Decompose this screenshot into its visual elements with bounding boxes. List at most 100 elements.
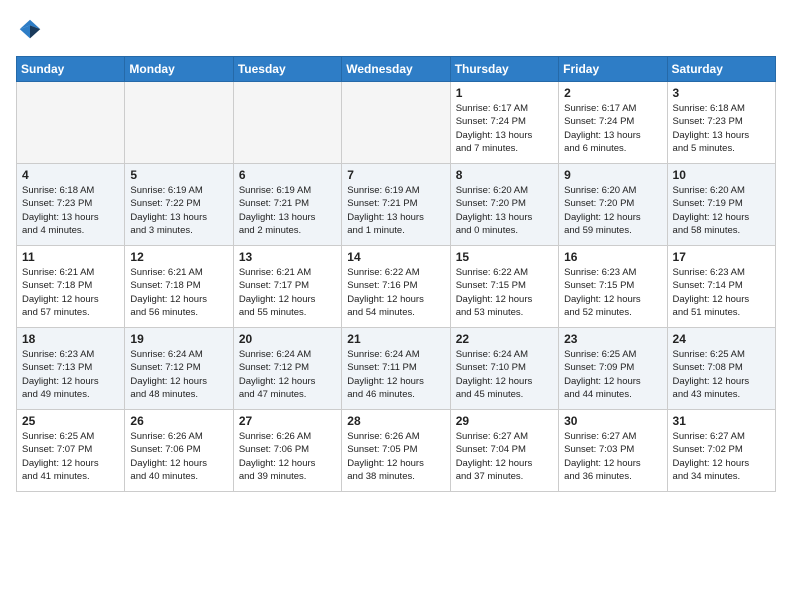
weekday-monday: Monday: [125, 57, 233, 82]
calendar-cell: 30 Sunrise: 6:27 AM Sunset: 7:03 PM Dayli…: [559, 410, 667, 492]
cell-content: Sunrise: 6:24 AM Sunset: 7:11 PM Dayligh…: [347, 348, 444, 401]
cell-content: Sunrise: 6:17 AM Sunset: 7:24 PM Dayligh…: [564, 102, 661, 155]
cell-content: Sunrise: 6:25 AM Sunset: 7:07 PM Dayligh…: [22, 430, 119, 483]
cell-content: Sunrise: 6:24 AM Sunset: 7:10 PM Dayligh…: [456, 348, 553, 401]
calendar-cell: 16 Sunrise: 6:23 AM Sunset: 7:15 PM Dayli…: [559, 246, 667, 328]
cell-content: Sunrise: 6:27 AM Sunset: 7:02 PM Dayligh…: [673, 430, 770, 483]
cell-content: Sunrise: 6:20 AM Sunset: 7:19 PM Dayligh…: [673, 184, 770, 237]
day-number: 28: [347, 414, 444, 428]
cell-content: Sunrise: 6:27 AM Sunset: 7:03 PM Dayligh…: [564, 430, 661, 483]
calendar-cell: 7Sunrise: 6:19 AM Sunset: 7:21 PM Daylig…: [342, 164, 450, 246]
cell-content: Sunrise: 6:20 AM Sunset: 7:20 PM Dayligh…: [456, 184, 553, 237]
day-number: 4: [22, 168, 119, 182]
calendar-cell: 26 Sunrise: 6:26 AM Sunset: 7:06 PM Dayli…: [125, 410, 233, 492]
day-number: 2: [564, 86, 661, 100]
logo: [16, 16, 48, 44]
day-number: 12: [130, 250, 227, 264]
calendar-cell: 4 Sunrise: 6:18 AM Sunset: 7:23 PM Daylig…: [17, 164, 125, 246]
cell-content: Sunrise: 6:26 AM Sunset: 7:06 PM Dayligh…: [130, 430, 227, 483]
calendar-cell: 12 Sunrise: 6:21 AM Sunset: 7:18 PM Dayli…: [125, 246, 233, 328]
calendar-cell: [125, 82, 233, 164]
calendar-cell: 10 Sunrise: 6:20 AM Sunset: 7:19 PM Dayli…: [667, 164, 775, 246]
day-number: 9: [564, 168, 661, 182]
week-row-2: 4 Sunrise: 6:18 AM Sunset: 7:23 PM Daylig…: [17, 164, 776, 246]
calendar-cell: 15Sunrise: 6:22 AM Sunset: 7:15 PM Dayli…: [450, 246, 558, 328]
day-number: 15: [456, 250, 553, 264]
day-number: 16: [564, 250, 661, 264]
weekday-friday: Friday: [559, 57, 667, 82]
calendar-cell: 29 Sunrise: 6:27 AM Sunset: 7:04 PM Dayli…: [450, 410, 558, 492]
calendar-cell: 14 Sunrise: 6:22 AM Sunset: 7:16 PM Dayli…: [342, 246, 450, 328]
day-number: 10: [673, 168, 770, 182]
cell-content: Sunrise: 6:21 AM Sunset: 7:18 PM Dayligh…: [22, 266, 119, 319]
calendar: SundayMondayTuesdayWednesdayThursdayFrid…: [16, 56, 776, 492]
weekday-tuesday: Tuesday: [233, 57, 341, 82]
calendar-cell: 9Sunrise: 6:20 AM Sunset: 7:20 PM Daylig…: [559, 164, 667, 246]
day-number: 5: [130, 168, 227, 182]
weekday-header-row: SundayMondayTuesdayWednesdayThursdayFrid…: [17, 57, 776, 82]
weekday-saturday: Saturday: [667, 57, 775, 82]
day-number: 18: [22, 332, 119, 346]
day-number: 25: [22, 414, 119, 428]
cell-content: Sunrise: 6:17 AM Sunset: 7:24 PM Dayligh…: [456, 102, 553, 155]
weekday-thursday: Thursday: [450, 57, 558, 82]
week-row-5: 25 Sunrise: 6:25 AM Sunset: 7:07 PM Dayli…: [17, 410, 776, 492]
calendar-cell: 21 Sunrise: 6:24 AM Sunset: 7:11 PM Dayli…: [342, 328, 450, 410]
calendar-cell: 8 Sunrise: 6:20 AM Sunset: 7:20 PM Daylig…: [450, 164, 558, 246]
day-number: 7: [347, 168, 444, 182]
day-number: 21: [347, 332, 444, 346]
day-number: 17: [673, 250, 770, 264]
day-number: 13: [239, 250, 336, 264]
day-number: 20: [239, 332, 336, 346]
logo-icon: [16, 16, 44, 44]
calendar-cell: [17, 82, 125, 164]
calendar-cell: 28Sunrise: 6:26 AM Sunset: 7:05 PM Dayli…: [342, 410, 450, 492]
day-number: 22: [456, 332, 553, 346]
cell-content: Sunrise: 6:18 AM Sunset: 7:23 PM Dayligh…: [673, 102, 770, 155]
calendar-cell: 17 Sunrise: 6:23 AM Sunset: 7:14 PM Dayli…: [667, 246, 775, 328]
calendar-cell: 22 Sunrise: 6:24 AM Sunset: 7:10 PM Dayli…: [450, 328, 558, 410]
day-number: 3: [673, 86, 770, 100]
cell-content: Sunrise: 6:26 AM Sunset: 7:06 PM Dayligh…: [239, 430, 336, 483]
calendar-cell: 18 Sunrise: 6:23 AM Sunset: 7:13 PM Dayli…: [17, 328, 125, 410]
cell-content: Sunrise: 6:18 AM Sunset: 7:23 PM Dayligh…: [22, 184, 119, 237]
day-number: 6: [239, 168, 336, 182]
cell-content: Sunrise: 6:23 AM Sunset: 7:14 PM Dayligh…: [673, 266, 770, 319]
day-number: 27: [239, 414, 336, 428]
cell-content: Sunrise: 6:22 AM Sunset: 7:16 PM Dayligh…: [347, 266, 444, 319]
cell-content: Sunrise: 6:25 AM Sunset: 7:08 PM Dayligh…: [673, 348, 770, 401]
calendar-cell: 5Sunrise: 6:19 AM Sunset: 7:22 PM Daylig…: [125, 164, 233, 246]
day-number: 31: [673, 414, 770, 428]
cell-content: Sunrise: 6:23 AM Sunset: 7:15 PM Dayligh…: [564, 266, 661, 319]
header: [16, 16, 776, 44]
calendar-cell: 19 Sunrise: 6:24 AM Sunset: 7:12 PM Dayli…: [125, 328, 233, 410]
cell-content: Sunrise: 6:19 AM Sunset: 7:21 PM Dayligh…: [239, 184, 336, 237]
cell-content: Sunrise: 6:21 AM Sunset: 7:18 PM Dayligh…: [130, 266, 227, 319]
day-number: 8: [456, 168, 553, 182]
weekday-sunday: Sunday: [17, 57, 125, 82]
day-number: 19: [130, 332, 227, 346]
day-number: 23: [564, 332, 661, 346]
cell-content: Sunrise: 6:24 AM Sunset: 7:12 PM Dayligh…: [239, 348, 336, 401]
calendar-cell: 13Sunrise: 6:21 AM Sunset: 7:17 PM Dayli…: [233, 246, 341, 328]
cell-content: Sunrise: 6:25 AM Sunset: 7:09 PM Dayligh…: [564, 348, 661, 401]
calendar-cell: 1Sunrise: 6:17 AM Sunset: 7:24 PM Daylig…: [450, 82, 558, 164]
calendar-cell: [342, 82, 450, 164]
calendar-cell: 25 Sunrise: 6:25 AM Sunset: 7:07 PM Dayli…: [17, 410, 125, 492]
day-number: 14: [347, 250, 444, 264]
calendar-cell: [233, 82, 341, 164]
weekday-wednesday: Wednesday: [342, 57, 450, 82]
week-row-3: 11 Sunrise: 6:21 AM Sunset: 7:18 PM Dayli…: [17, 246, 776, 328]
page: SundayMondayTuesdayWednesdayThursdayFrid…: [0, 0, 792, 508]
week-row-1: 1Sunrise: 6:17 AM Sunset: 7:24 PM Daylig…: [17, 82, 776, 164]
day-number: 26: [130, 414, 227, 428]
cell-content: Sunrise: 6:23 AM Sunset: 7:13 PM Dayligh…: [22, 348, 119, 401]
calendar-cell: 27 Sunrise: 6:26 AM Sunset: 7:06 PM Dayli…: [233, 410, 341, 492]
calendar-cell: 3 Sunrise: 6:18 AM Sunset: 7:23 PM Daylig…: [667, 82, 775, 164]
day-number: 29: [456, 414, 553, 428]
day-number: 30: [564, 414, 661, 428]
calendar-cell: 2 Sunrise: 6:17 AM Sunset: 7:24 PM Daylig…: [559, 82, 667, 164]
day-number: 11: [22, 250, 119, 264]
cell-content: Sunrise: 6:27 AM Sunset: 7:04 PM Dayligh…: [456, 430, 553, 483]
cell-content: Sunrise: 6:24 AM Sunset: 7:12 PM Dayligh…: [130, 348, 227, 401]
